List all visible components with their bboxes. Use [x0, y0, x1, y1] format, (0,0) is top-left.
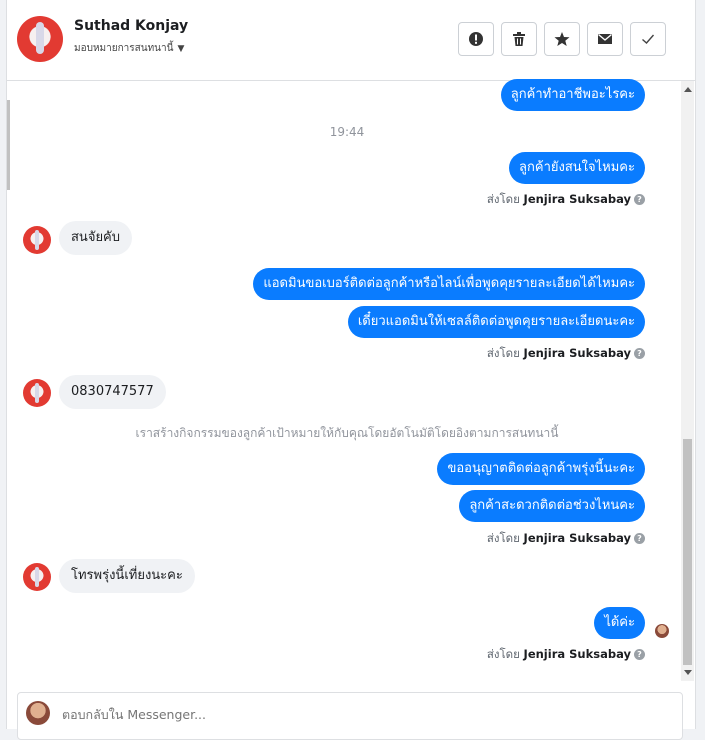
star-icon	[554, 32, 570, 46]
scrollbar[interactable]	[681, 81, 694, 681]
scroll-up-arrow-icon[interactable]	[684, 87, 692, 92]
outgoing-message: ลูกค้าสะดวกติดต่อช่วงไหนคะ	[459, 490, 645, 522]
sent-by-label: ส่งโดย Jenjira Suksabay?	[487, 646, 645, 664]
conversation-header: Suthad Konjay มอบหมายการสนทนานี้ ▼	[7, 0, 695, 81]
assign-label: มอบหมายการสนทนานี้	[74, 43, 174, 54]
incoming-message: 0830747577	[59, 375, 166, 409]
alert-icon	[469, 32, 483, 46]
contact-avatar-small	[23, 563, 51, 591]
check-icon	[642, 34, 655, 44]
sent-by-label: ส่งโดย Jenjira Suksabay?	[487, 530, 645, 548]
reply-input[interactable]	[62, 707, 642, 722]
read-receipt-avatar	[655, 624, 669, 638]
sent-by-prefix: ส่งโดย	[486, 647, 520, 661]
agent-avatar	[26, 701, 50, 725]
star-button[interactable]	[544, 22, 580, 56]
mark-done-button[interactable]	[630, 22, 666, 56]
agent-name: Jenjira Suksabay	[523, 531, 631, 545]
sent-by-prefix: ส่งโดย	[486, 531, 520, 545]
outgoing-message: ลูกค้ายังสนใจไหมคะ	[509, 152, 645, 184]
trash-icon	[513, 32, 525, 46]
assign-conversation-dropdown[interactable]: มอบหมายการสนทนานี้ ▼	[74, 41, 184, 56]
outgoing-message: ขออนุญาตติดต่อลูกค้าพรุ่งนี้นะคะ	[437, 453, 645, 485]
contact-avatar-small	[23, 379, 51, 407]
help-icon[interactable]: ?	[634, 348, 645, 359]
timestamp: 19:44	[329, 125, 365, 139]
sent-by-label: ส่งโดย Jenjira Suksabay?	[487, 345, 645, 363]
contact-avatar-small	[23, 226, 51, 254]
sent-by-label: ส่งโดย Jenjira Suksabay?	[487, 191, 645, 209]
incoming-message: สนจัยคับ	[59, 221, 133, 255]
help-icon[interactable]: ?	[634, 649, 645, 660]
agent-name: Jenjira Suksabay	[523, 346, 631, 360]
system-note: เราสร้างกิจกรรมของลูกค้าเป้าหมายให้กับคุ…	[135, 426, 559, 440]
scrollbar-thumb[interactable]	[683, 439, 692, 665]
contact-avatar[interactable]	[17, 16, 63, 62]
contact-name[interactable]: Suthad Konjay	[74, 18, 188, 34]
outgoing-message: ลูกค้าทำอาชีพอะไรคะ	[500, 79, 645, 111]
outgoing-message: ได้ค่ะ	[594, 607, 645, 639]
reply-composer[interactable]	[17, 692, 683, 740]
envelope-icon	[598, 33, 612, 44]
incoming-message: โทรพรุ่งนี้เที่ยงนะคะ	[59, 559, 195, 593]
help-icon[interactable]: ?	[634, 194, 645, 205]
message-thread[interactable]: ลูกค้าทำอาชีพอะไรคะ 19:44 ลูกค้ายังสนใจไ…	[7, 79, 681, 681]
agent-name: Jenjira Suksabay	[523, 647, 631, 661]
caret-down-icon: ▼	[177, 44, 185, 54]
mark-spam-button[interactable]	[458, 22, 494, 56]
outgoing-message: เดี๋ยวแอดมินให้เซลล์ติดต่อพูดคุยรายละเอี…	[347, 306, 645, 338]
outgoing-message: แอดมินขอเบอร์ติดต่อลูกค้าหรือไลน์เพื่อพู…	[253, 268, 645, 300]
help-icon[interactable]: ?	[634, 533, 645, 544]
sent-by-prefix: ส่งโดย	[486, 346, 520, 360]
agent-name: Jenjira Suksabay	[523, 192, 631, 206]
conversation-panel: Suthad Konjay มอบหมายการสนทนานี้ ▼ ลูกค้า…	[6, 0, 696, 740]
scroll-down-arrow-icon[interactable]	[684, 670, 692, 675]
mark-unread-button[interactable]	[587, 22, 623, 56]
sent-by-prefix: ส่งโดย	[486, 192, 520, 206]
delete-button[interactable]	[501, 22, 537, 56]
